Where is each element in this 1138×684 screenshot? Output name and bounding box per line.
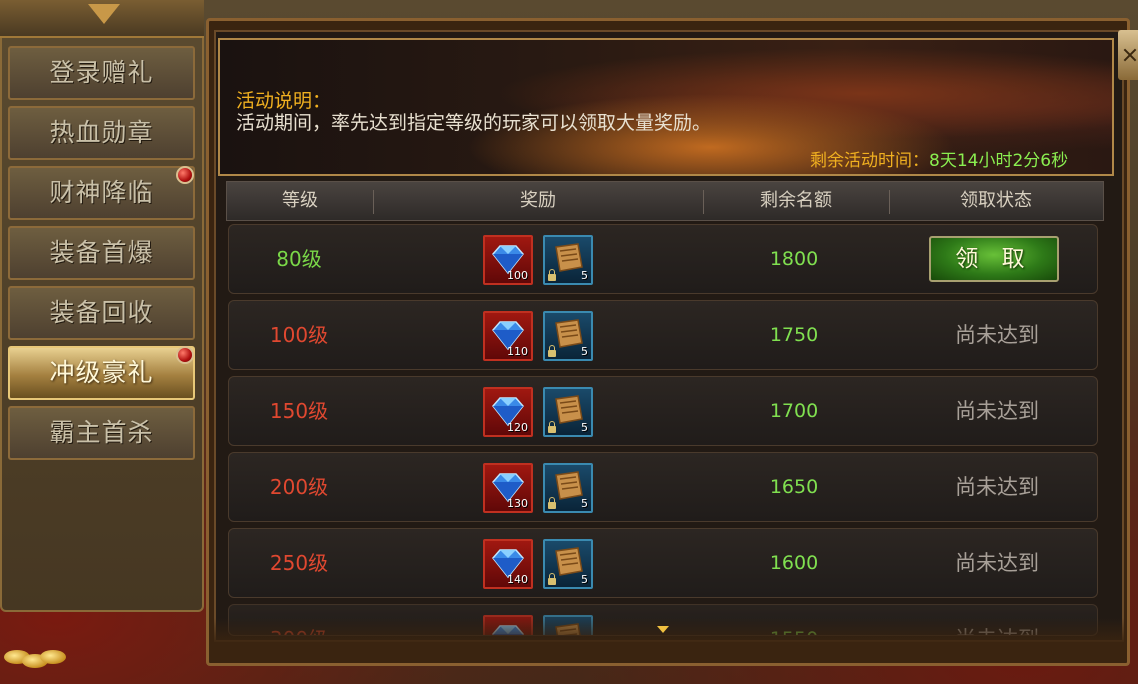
- tab-level-up-gift[interactable]: 冲级豪礼: [8, 346, 195, 400]
- table-row: 150级 120 5 1700 尚未达到: [228, 376, 1098, 446]
- lock-icon: [548, 269, 556, 281]
- golden-scroll-icon[interactable]: 5: [543, 539, 593, 589]
- tab-login-gift[interactable]: 登录赠礼: [8, 46, 195, 100]
- row-level: 200级: [269, 475, 329, 499]
- scroll-count: 5: [581, 421, 588, 434]
- tab-hot-blood-medal[interactable]: 热血勋章: [8, 106, 195, 160]
- row-remaining: 1800: [769, 248, 819, 270]
- reward-table-header: 等级 奖励 剩余名额 领取状态: [226, 181, 1104, 221]
- table-row: 80级 100 5 1800 领 取: [228, 224, 1098, 294]
- gem-count: 130: [507, 497, 528, 510]
- claim-button[interactable]: 领 取: [929, 236, 1059, 282]
- lock-icon: [548, 421, 556, 433]
- status-not-reached: 尚未达到: [955, 399, 1039, 423]
- blue-diamond-icon[interactable]: 100: [483, 235, 533, 285]
- lock-icon: [548, 497, 556, 509]
- golden-scroll-icon[interactable]: 5: [543, 311, 593, 361]
- status-not-reached: 尚未达到: [955, 551, 1039, 575]
- sidebar-header-ornament: [0, 0, 204, 38]
- gem-count: 140: [507, 573, 528, 586]
- golden-scroll-icon[interactable]: 5: [543, 235, 593, 285]
- column-header-status: 领取状态: [960, 190, 1032, 211]
- activity-description: 活动期间，率先达到指定等级的玩家可以领取大量奖励。: [236, 112, 712, 134]
- gem-count: 120: [507, 421, 528, 434]
- notification-dot-icon: [176, 346, 194, 364]
- table-row: 200级 130 5 1650 尚未达到: [228, 452, 1098, 522]
- tab-equipment-recycle[interactable]: 装备回收: [8, 286, 195, 340]
- golden-scroll-icon[interactable]: 5: [543, 387, 593, 437]
- tab-equipment-first-drop[interactable]: 装备首爆: [8, 226, 195, 280]
- scroll-down-icon[interactable]: [657, 626, 669, 633]
- row-level: 250级: [269, 551, 329, 575]
- scroll-count: 5: [581, 345, 588, 358]
- row-level: 100级: [269, 323, 329, 347]
- tab-god-of-wealth[interactable]: 财神降临: [8, 166, 195, 220]
- notification-dot-icon: [176, 166, 194, 184]
- list-fade: [214, 618, 1124, 648]
- scroll-count: 5: [581, 497, 588, 510]
- remaining-time-label: 剩余活动时间：: [810, 151, 929, 171]
- blue-diamond-icon[interactable]: 110: [483, 311, 533, 361]
- status-not-reached: 尚未达到: [955, 323, 1039, 347]
- column-header-reward: 奖励: [520, 190, 556, 211]
- blue-diamond-icon[interactable]: 130: [483, 463, 533, 513]
- blue-diamond-icon[interactable]: 120: [483, 387, 533, 437]
- gold-coins-icon: [0, 648, 70, 672]
- close-icon[interactable]: [1118, 30, 1138, 80]
- remaining-time: 剩余活动时间：8天14小时2分6秒: [810, 146, 1068, 171]
- lock-icon: [548, 573, 556, 585]
- blue-diamond-icon[interactable]: 140: [483, 539, 533, 589]
- row-remaining: 1650: [769, 476, 819, 498]
- status-not-reached: 尚未达到: [955, 475, 1039, 499]
- row-level: 80级: [276, 247, 322, 271]
- lock-icon: [548, 345, 556, 357]
- golden-scroll-icon[interactable]: 5: [543, 463, 593, 513]
- table-row: 250级 140 5 1600 尚未达到: [228, 528, 1098, 598]
- scroll-count: 5: [581, 573, 588, 586]
- remaining-time-value: 8天14小时2分6秒: [929, 151, 1069, 171]
- tab-overlord-first-kill[interactable]: 霸主首杀: [8, 406, 195, 460]
- table-row: 100级 110 5 1750 尚未达到: [228, 300, 1098, 370]
- row-level: 150级: [269, 399, 329, 423]
- scroll-count: 5: [581, 269, 588, 282]
- column-header-level: 等级: [282, 190, 318, 211]
- row-remaining: 1600: [769, 552, 819, 574]
- row-remaining: 1750: [769, 324, 819, 346]
- row-remaining: 1700: [769, 400, 819, 422]
- gem-count: 100: [507, 269, 528, 282]
- column-header-remaining: 剩余名额: [760, 190, 832, 211]
- gem-count: 110: [507, 345, 528, 358]
